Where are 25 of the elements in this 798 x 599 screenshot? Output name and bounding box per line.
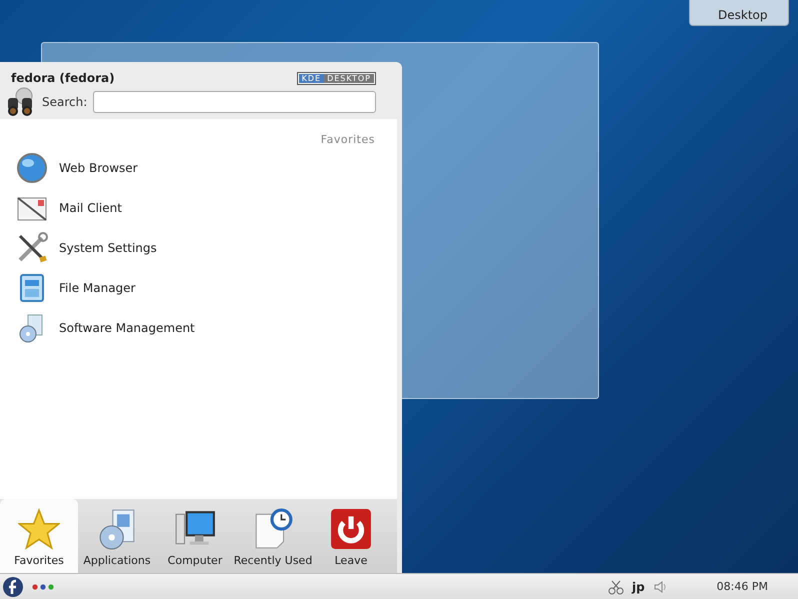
launcher-tab[interactable]: Applications	[78, 499, 156, 573]
fedora-logo-icon[interactable]	[2, 576, 24, 598]
search-label: Search:	[42, 95, 88, 109]
power-icon	[330, 508, 372, 550]
launcher-tab[interactable]: Recently Used	[234, 499, 312, 573]
tools-icon	[16, 232, 48, 264]
favorite-item[interactable]: System Settings	[0, 228, 397, 268]
launcher-tab[interactable]: Computer	[156, 499, 234, 573]
launcher-tab[interactable]: Leave	[312, 499, 390, 573]
user-name: fedora (fedora)	[11, 71, 115, 85]
favorite-item[interactable]: Web Browser	[0, 148, 397, 188]
favorite-item[interactable]: Software Management	[0, 308, 397, 348]
favorite-item[interactable]: File Manager	[0, 268, 397, 308]
clock[interactable]: 08:46 PM	[716, 580, 768, 593]
globe-icon	[16, 152, 48, 184]
section-title: Favorites	[320, 133, 375, 146]
desktop-toolbox-button[interactable]: Desktop	[689, 0, 789, 26]
keyboard-layout-indicator[interactable]: jp	[632, 580, 645, 594]
star-icon	[18, 508, 60, 550]
scissors-icon[interactable]	[608, 578, 624, 594]
favorite-item[interactable]: Mail Client	[0, 188, 397, 228]
dots-icon[interactable]	[32, 584, 54, 590]
search-field[interactable]	[93, 91, 376, 113]
launcher-tab[interactable]: Favorites	[0, 499, 78, 573]
kde-desktop-logo: KDE DESKTOP	[296, 72, 376, 84]
